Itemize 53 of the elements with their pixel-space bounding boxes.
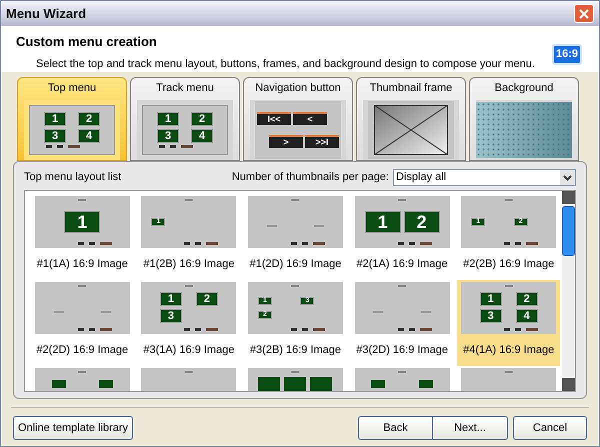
category-tab[interactable]: Track menu 1 2 3 4 <box>130 77 240 161</box>
layout-block: 4 <box>516 309 538 323</box>
chevron-down-icon <box>560 170 575 184</box>
per-page-dropdown[interactable]: Display all <box>393 168 576 186</box>
layout-block: 1 <box>480 292 502 306</box>
layout-block <box>284 376 306 390</box>
aspect-ratio-badge: 16:9 <box>552 44 582 64</box>
per-page-label: Number of thumbnails per page: <box>232 170 389 185</box>
cancel-button[interactable]: Cancel <box>513 416 587 440</box>
next-button[interactable]: Next... <box>433 416 508 440</box>
layout-block <box>99 380 114 388</box>
layout-item[interactable]: 1 2 3 #3(1A) 16:9 Image <box>138 280 240 366</box>
category-tab[interactable]: Background <box>469 77 579 161</box>
close-icon <box>579 8 589 18</box>
layout-block <box>371 380 386 388</box>
layout-block <box>310 376 332 390</box>
layout-item[interactable]: 1 #1(1A) 16:9 Image <box>31 194 134 280</box>
header-title: Custom menu creation <box>16 33 158 51</box>
layout-block: 4 <box>191 128 213 143</box>
layout-block: 1 <box>160 292 182 306</box>
layout-block <box>418 380 433 388</box>
layout-block: 1 <box>44 112 66 126</box>
back-button[interactable]: Back <box>358 416 433 440</box>
layout-block <box>52 380 66 388</box>
window-title: Menu Wizard <box>6 4 86 23</box>
layout-item[interactable]: 1 2 3 4 #4(1A) 16:9 Image <box>457 280 560 366</box>
layout-item[interactable]: 1 2 #2(1A) 16:9 Image <box>350 194 454 280</box>
layout-block: 3 <box>157 128 179 143</box>
layout-block: 2 <box>196 292 218 306</box>
button-preview: I<< < > >>I <box>255 100 341 159</box>
category-tab[interactable]: Thumbnail frame <box>356 77 466 161</box>
layout-block: 4 <box>78 128 100 143</box>
close-button[interactable] <box>574 4 594 23</box>
layout-block: 2 <box>191 112 213 126</box>
category-tab[interactable]: Top menu 1 2 3 4 <box>17 77 127 161</box>
category-tab[interactable]: Navigation button I<< < > >>I <box>243 77 353 161</box>
layout-block: 1 <box>157 112 179 126</box>
layout-block: 3 <box>480 309 502 323</box>
layout-item[interactable]: #1(2D) 16:9 Image <box>244 194 347 280</box>
layout-block <box>258 376 280 390</box>
layout-item[interactable]: #3(2D) 16:9 Image <box>350 280 454 366</box>
layout-item[interactable]: #2(2D) 16:9 Image <box>31 280 134 366</box>
layout-block: 1 <box>64 210 100 232</box>
layout-block: 2 <box>516 292 538 306</box>
scrollbar[interactable] <box>562 191 575 391</box>
layout-block: 3 <box>44 128 66 143</box>
header-description: Select the top and track menu layout, buttons, frames, and background design to compose your menu. <box>35 56 535 72</box>
online-library-button[interactable]: Online template library <box>13 416 133 440</box>
layout-block: 2 <box>404 210 440 232</box>
layout-block: 2 <box>78 112 100 126</box>
layout-block: 3 <box>160 309 182 323</box>
layout-block: 1 <box>364 210 401 232</box>
list-title: Top menu layout list <box>24 170 122 185</box>
